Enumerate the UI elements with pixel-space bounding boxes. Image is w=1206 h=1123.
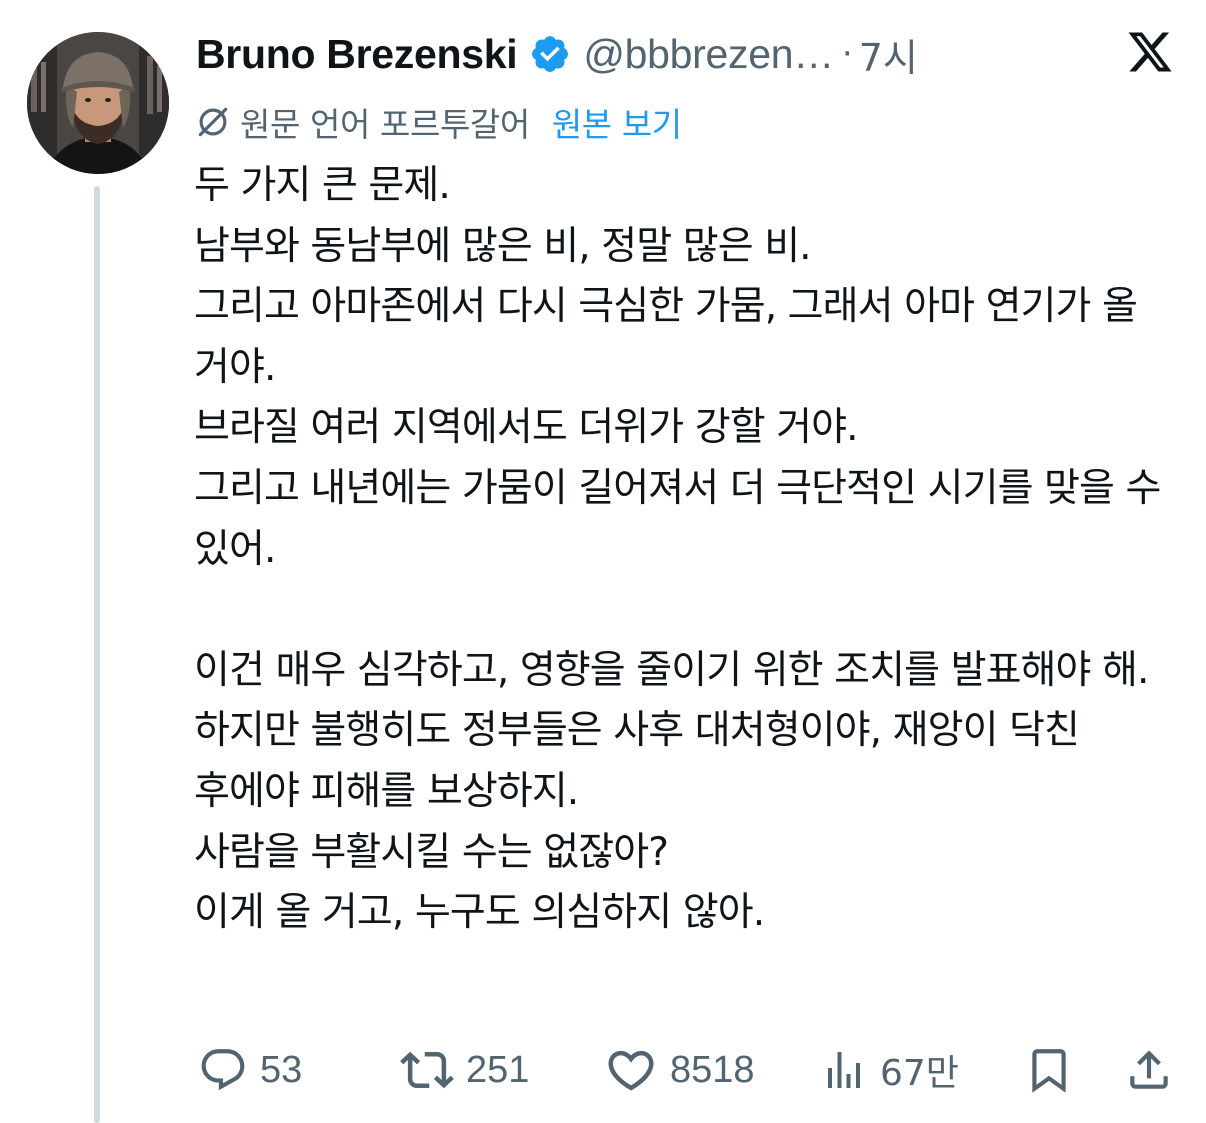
share-button[interactable] xyxy=(1124,1040,1174,1100)
tweet-header: Bruno Brezenski @bbbrezen… · 7시 xyxy=(196,26,918,82)
repost-button[interactable]: 251 xyxy=(400,1040,529,1100)
display-name[interactable]: Bruno Brezenski xyxy=(196,31,518,78)
x-logo-icon[interactable] xyxy=(1126,30,1174,76)
repost-count: 251 xyxy=(466,1048,530,1091)
views-button[interactable]: 67만 xyxy=(820,1040,959,1100)
thread-line xyxy=(94,186,100,1123)
translation-label: 원문 언어 포르투갈어 xyxy=(240,105,530,144)
avatar[interactable] xyxy=(27,32,169,174)
tweet-line: 두 가지 큰 문제. xyxy=(194,163,451,208)
tweet-line: 이게 올 거고, 누구도 의심하지 않아. xyxy=(194,890,765,936)
tweet-line: 이건 매우 심각하고, 영향을 줄이기 위한 조치를 발표해야 해. xyxy=(194,647,1149,693)
tweet-line: 그리고 내년에는 가뭄이 길어져서 더 극단적인 시기를 맞을 수 있어. xyxy=(194,465,1172,572)
views-count: 67만 xyxy=(880,1053,959,1094)
action-bar: 53 251 8518 67만 xyxy=(194,1040,1184,1100)
bookmark-icon xyxy=(1032,1049,1066,1093)
separator-dot: · xyxy=(841,34,853,74)
like-button[interactable]: 8518 xyxy=(604,1040,755,1100)
verified-badge-icon xyxy=(529,33,571,75)
reply-count: 53 xyxy=(260,1048,303,1091)
tweet-line: 브라질 여러 지역에서도 더위가 강할 거야. xyxy=(194,405,859,451)
post-time[interactable]: 7시 xyxy=(859,27,918,82)
like-count: 8518 xyxy=(670,1048,755,1091)
avatar-photo xyxy=(27,32,169,174)
tweet-line: 사람을 부활시킬 수는 없잖아? xyxy=(194,829,669,875)
reply-button[interactable]: 53 xyxy=(198,1040,302,1100)
repost-icon xyxy=(400,1051,454,1089)
tweet-text: 두 가지 큰 문제. 남부와 동남부에 많은 비, 정말 많은 비. 그리고 아… xyxy=(194,156,1184,944)
share-icon xyxy=(1130,1050,1168,1089)
bookmark-button[interactable] xyxy=(1024,1040,1074,1100)
tweet-line: 남부와 동남부에 많은 비, 정말 많은 비. xyxy=(194,223,812,269)
tweet-line: 그리고 아마존에서 다시 극심한 가뭄, 그래서 아마 연기가 올 거야. xyxy=(194,284,1149,390)
show-original-link[interactable]: 원본 보기 xyxy=(552,98,682,146)
views-icon xyxy=(828,1052,860,1088)
heart-icon xyxy=(608,1050,654,1091)
user-handle[interactable]: @bbbrezen… xyxy=(583,31,834,78)
translation-info: 원문 언어 포르투갈어 원본 보기 xyxy=(194,98,682,146)
tweet-line: 하지만 불행히도 정부들은 사후 대처형이야, 재앙이 닥친 후에야 피해를 보… xyxy=(194,708,1091,814)
reply-icon xyxy=(201,1049,245,1091)
translate-icon xyxy=(194,103,232,141)
